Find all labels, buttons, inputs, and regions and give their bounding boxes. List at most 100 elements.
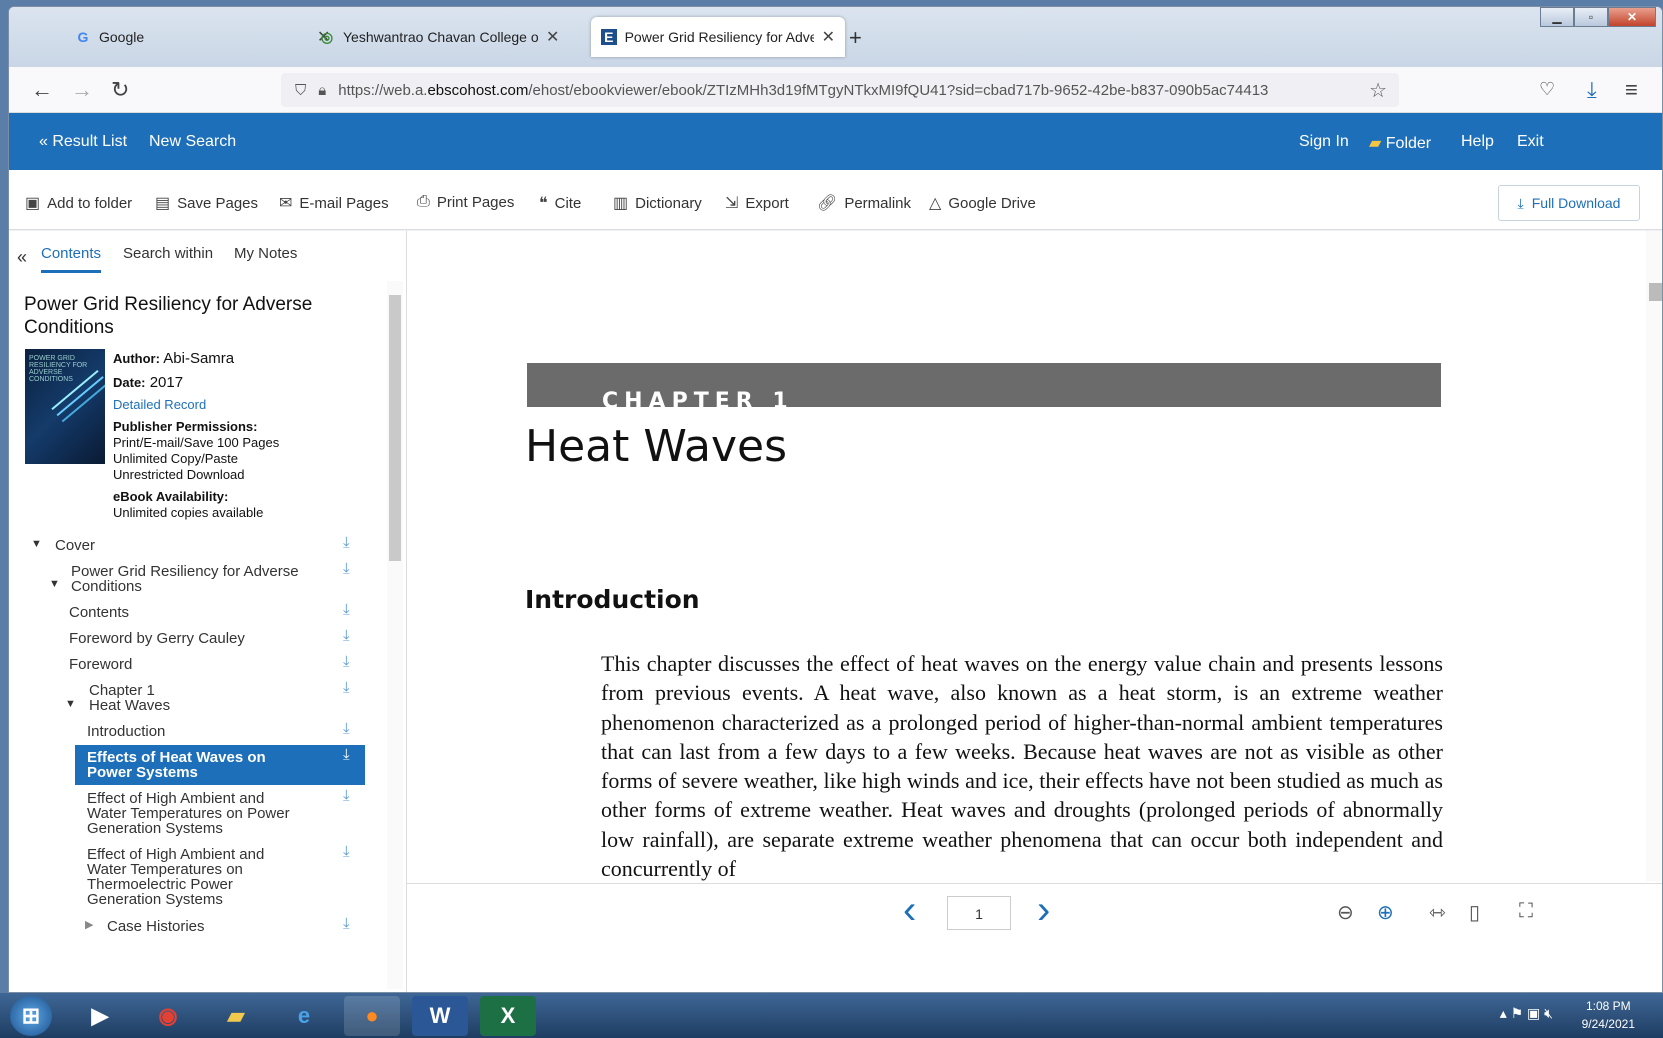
download-icon[interactable]: ⤓ bbox=[343, 679, 359, 697]
toc-item-heat-waves[interactable]: Heat Waves bbox=[89, 698, 170, 713]
exit-link[interactable]: Exit bbox=[1517, 133, 1544, 151]
window-close-button[interactable]: ✕ bbox=[1608, 7, 1656, 27]
download-icon[interactable]: ⤓ bbox=[343, 534, 359, 552]
collapsed-arrow-icon[interactable]: ▶ bbox=[85, 918, 93, 933]
toc-item-title[interactable]: Power Grid Resiliency for Adverse bbox=[71, 564, 299, 579]
shield-icon[interactable]: ⛉ bbox=[295, 82, 306, 99]
tab-search-within[interactable]: Search within bbox=[123, 245, 213, 262]
full-download-button[interactable]: ⤓ Full Download bbox=[1498, 185, 1640, 221]
export-button[interactable]: ⇲ Export bbox=[725, 193, 789, 213]
zoom-in-icon[interactable]: ⊕ bbox=[1377, 900, 1394, 925]
new-tab-button[interactable]: + bbox=[849, 25, 862, 51]
start-button[interactable]: ⊞ bbox=[10, 996, 52, 1036]
toc-item-effect-power-gen-3[interactable]: Generation Systems bbox=[87, 821, 223, 836]
maximize-button[interactable]: ▫ bbox=[1574, 7, 1608, 27]
detailed-record-link[interactable]: Detailed Record bbox=[113, 397, 206, 413]
viewer-scrollbar[interactable] bbox=[1646, 231, 1662, 881]
fit-page-icon[interactable]: ▯ bbox=[1469, 900, 1480, 925]
bookmark-star-icon[interactable]: ☆ bbox=[1369, 78, 1387, 103]
google-drive-button[interactable]: △ Google Drive bbox=[929, 193, 1036, 213]
permalink-button[interactable]: 🔗︎ Permalink bbox=[817, 193, 911, 213]
tab-contents[interactable]: Contents bbox=[41, 245, 102, 273]
tab-my-notes[interactable]: My Notes bbox=[234, 245, 297, 262]
menu-icon[interactable]: ≡ bbox=[1625, 77, 1638, 103]
sign-in-link[interactable]: Sign In bbox=[1299, 133, 1349, 151]
tab-college[interactable]: ◎ Yeshwantrao Chavan College of ✕ bbox=[309, 17, 569, 57]
system-tray[interactable]: ▴ ⚑ ▣ 🔇︎ bbox=[1500, 1005, 1553, 1022]
firefox-icon[interactable]: ● bbox=[344, 996, 400, 1036]
toc-item-cover[interactable]: Cover bbox=[55, 538, 95, 553]
download-icon[interactable]: ⤓ bbox=[343, 560, 359, 578]
fit-width-icon[interactable]: ⇿ bbox=[1429, 900, 1446, 925]
scrollbar-thumb[interactable] bbox=[1649, 283, 1662, 301]
download-icon[interactable]: ⤓ bbox=[343, 915, 359, 933]
toc-item-effect-power-gen-2[interactable]: Water Temperatures on Power bbox=[87, 806, 290, 821]
back-icon[interactable]: ← bbox=[31, 77, 53, 103]
expand-arrow-icon[interactable]: ▼ bbox=[31, 537, 42, 552]
dictionary-button[interactable]: ▥ Dictionary bbox=[613, 193, 702, 213]
toc-item-effect-thermo-3[interactable]: Thermoelectric Power bbox=[87, 877, 233, 892]
result-list-link[interactable]: « Result List bbox=[39, 133, 127, 151]
page-number-input[interactable]: 1 bbox=[947, 896, 1011, 930]
tab-google[interactable]: G Google ✕ bbox=[65, 17, 340, 57]
clock[interactable]: 1:08 PM 9/24/2021 bbox=[1582, 997, 1635, 1033]
pocket-icon[interactable]: ♡ bbox=[1539, 79, 1555, 100]
word-icon[interactable]: W bbox=[412, 996, 468, 1036]
lock-icon[interactable]: 🔒︎ bbox=[318, 82, 326, 99]
download-icon[interactable]: ⤓ bbox=[343, 746, 359, 764]
toc-item-contents[interactable]: Contents bbox=[69, 605, 129, 620]
fullscreen-icon[interactable]: ⛶ bbox=[1519, 900, 1533, 923]
save-pages-button[interactable]: ▤ Save Pages bbox=[155, 193, 258, 213]
next-page-button[interactable]: › bbox=[1037, 890, 1050, 930]
toc-item-effect-thermo[interactable]: Effect of High Ambient and bbox=[87, 847, 264, 862]
close-icon[interactable]: ✕ bbox=[546, 27, 559, 47]
address-bar[interactable]: ⛉ 🔒︎ https://web.a.ebscohost.com/ehost/e… bbox=[281, 73, 1399, 107]
toc-item-chapter1[interactable]: Chapter 1 bbox=[89, 683, 155, 698]
chrome-icon[interactable]: ◉ bbox=[140, 996, 196, 1036]
collapse-sidebar-icon[interactable]: « bbox=[17, 247, 27, 268]
book-title: Power Grid Resiliency for Adverse Condit… bbox=[24, 294, 313, 338]
toc-item-foreword-cauley[interactable]: Foreword by Gerry Cauley bbox=[69, 631, 245, 646]
excel-icon[interactable]: X bbox=[480, 996, 536, 1036]
toc-item-case-histories[interactable]: Case Histories bbox=[107, 919, 205, 934]
download-icon[interactable]: ⤓ bbox=[343, 653, 359, 671]
add-to-folder-button[interactable]: ▣ Add to folder bbox=[25, 193, 132, 213]
forward-icon[interactable]: → bbox=[71, 77, 93, 103]
download-icon[interactable]: ⤓ bbox=[343, 720, 359, 738]
toc-item-effects-selected-2[interactable]: Power Systems bbox=[87, 765, 198, 780]
tab-title: Power Grid Resiliency for Adverse bbox=[624, 29, 814, 45]
tab-strip: G Google ✕ ◎ Yeshwantrao Chavan College … bbox=[9, 7, 1662, 67]
folder-link[interactable]: ▰ Folder bbox=[1369, 133, 1431, 153]
close-icon[interactable]: ✕ bbox=[822, 27, 835, 47]
download-icon[interactable]: ⤓ bbox=[343, 601, 359, 619]
help-link[interactable]: Help bbox=[1461, 133, 1494, 151]
toc-item-foreword[interactable]: Foreword bbox=[69, 657, 132, 672]
cite-button[interactable]: ❝ Cite bbox=[539, 193, 581, 213]
explorer-folder-icon[interactable]: ▰ bbox=[208, 996, 264, 1036]
previous-page-button[interactable]: ‹ bbox=[903, 890, 916, 930]
expand-arrow-icon[interactable]: ▼ bbox=[49, 577, 60, 592]
downloads-icon[interactable]: ⤓ bbox=[1587, 77, 1597, 103]
download-icon[interactable]: ⤓ bbox=[343, 627, 359, 645]
minimize-button[interactable]: ▁ bbox=[1540, 7, 1574, 27]
print-pages-button[interactable]: ⎙ Print Pages bbox=[417, 193, 514, 211]
download-icon[interactable]: ⤓ bbox=[343, 843, 359, 861]
toc-item-effect-thermo-4[interactable]: Generation Systems bbox=[87, 892, 223, 907]
expand-arrow-icon[interactable]: ▼ bbox=[65, 697, 76, 712]
email-pages-button[interactable]: ✉ E-mail Pages bbox=[279, 193, 389, 213]
toc-item-effects-selected[interactable]: Effects of Heat Waves on bbox=[87, 750, 266, 765]
sidebar-scrollbar[interactable] bbox=[387, 281, 403, 989]
toc-item-introduction[interactable]: Introduction bbox=[87, 724, 165, 739]
toc-item-title-2[interactable]: Conditions bbox=[71, 579, 142, 594]
media-player-icon[interactable]: ▶ bbox=[72, 996, 128, 1036]
internet-explorer-icon[interactable]: e bbox=[276, 996, 332, 1036]
download-icon[interactable]: ⤓ bbox=[343, 787, 359, 805]
ebook-availability: eBook Availability: Unlimited copies ava… bbox=[113, 489, 264, 520]
scrollbar-thumb[interactable] bbox=[389, 295, 401, 561]
toc-item-effect-power-gen[interactable]: Effect of High Ambient and bbox=[87, 791, 264, 806]
toc-item-effect-thermo-2[interactable]: Water Temperatures on bbox=[87, 862, 243, 877]
zoom-out-icon[interactable]: ⊖ bbox=[1337, 900, 1354, 925]
tab-ebook[interactable]: E Power Grid Resiliency for Adverse ✕ bbox=[591, 17, 845, 57]
reload-icon[interactable]: ↻ bbox=[111, 77, 129, 103]
new-search-link[interactable]: New Search bbox=[149, 133, 236, 151]
